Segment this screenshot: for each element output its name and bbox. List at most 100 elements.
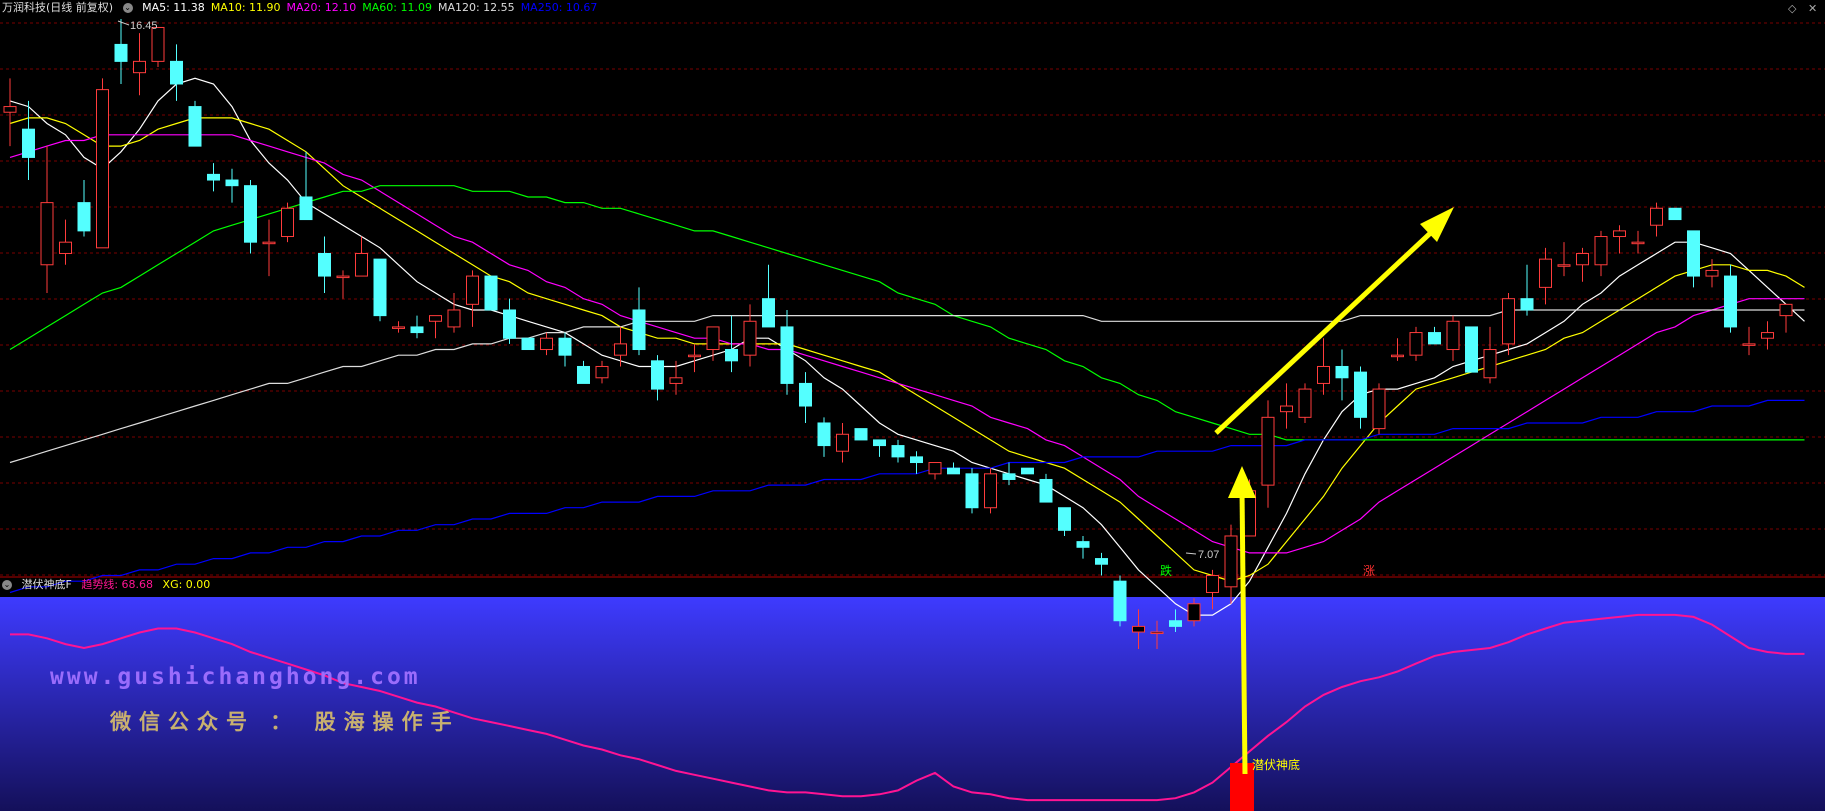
candle bbox=[799, 372, 812, 423]
ma-line-ma10 bbox=[9, 117, 1805, 582]
candle bbox=[207, 163, 220, 192]
candle bbox=[336, 270, 350, 299]
candle bbox=[22, 100, 35, 181]
candle-body bbox=[1687, 230, 1700, 277]
candle-body bbox=[133, 60, 146, 74]
candle bbox=[1280, 383, 1293, 429]
signal-bar bbox=[1230, 763, 1254, 811]
ma-legend-item: MA20: 12.10 bbox=[286, 1, 357, 14]
candle bbox=[225, 168, 239, 203]
candle-body bbox=[521, 337, 535, 351]
candle-body bbox=[873, 439, 886, 447]
candle bbox=[910, 451, 923, 474]
candle bbox=[947, 462, 960, 475]
candle bbox=[133, 33, 146, 96]
candle-body bbox=[577, 365, 590, 384]
moving-average-lines bbox=[9, 77, 1805, 616]
ma-legend-item: MA60: 11.09 bbox=[362, 1, 432, 14]
candle bbox=[484, 275, 498, 311]
candle-body bbox=[669, 377, 683, 384]
candle-body bbox=[410, 326, 424, 334]
candle-body bbox=[1187, 603, 1201, 622]
candle bbox=[1539, 247, 1552, 305]
candle-body bbox=[466, 275, 479, 305]
candle bbox=[59, 219, 72, 265]
candle-body bbox=[22, 128, 35, 158]
candle-body bbox=[1058, 507, 1071, 531]
candle-body bbox=[947, 467, 960, 475]
candle bbox=[780, 309, 794, 395]
diamond-icon[interactable]: ◇ bbox=[1788, 2, 1796, 15]
candle-body bbox=[1150, 631, 1164, 635]
candle-body bbox=[1576, 252, 1589, 266]
candle-body bbox=[96, 89, 109, 249]
candle bbox=[1021, 467, 1034, 475]
xg-value: XG: 0.00 bbox=[162, 578, 211, 591]
candle bbox=[540, 332, 553, 356]
candle bbox=[1594, 230, 1608, 277]
candle-body bbox=[854, 428, 868, 441]
candle-body bbox=[1594, 236, 1608, 266]
candle-body bbox=[336, 275, 350, 279]
candle-body bbox=[318, 252, 331, 277]
candle bbox=[1002, 462, 1016, 486]
high-price-label: 16.45 bbox=[130, 20, 158, 32]
candle-body bbox=[836, 433, 849, 452]
candle-body bbox=[1039, 478, 1053, 503]
candle-body bbox=[1261, 416, 1275, 486]
candle-body bbox=[447, 309, 461, 328]
watermark-wechat: 微信公众号 ： 股海操作手 bbox=[110, 710, 460, 734]
candle bbox=[1779, 303, 1793, 333]
candle-body bbox=[1779, 303, 1793, 317]
candle-body bbox=[3, 106, 17, 113]
candle bbox=[632, 287, 646, 356]
candle-body bbox=[540, 337, 553, 351]
candle bbox=[355, 236, 368, 277]
up-arrow-annotation bbox=[1239, 489, 1248, 775]
candle-body bbox=[965, 473, 979, 509]
collapse-icon[interactable]: ⌄ bbox=[122, 3, 133, 13]
candle-body bbox=[59, 241, 72, 254]
candlesticks bbox=[3, 19, 1793, 649]
candle bbox=[1650, 202, 1663, 237]
up-marker: 涨 bbox=[1363, 564, 1376, 578]
candle-body bbox=[484, 275, 498, 311]
candle-body bbox=[1428, 332, 1441, 345]
diagonal-arrow-annotation bbox=[1214, 224, 1440, 435]
collapse-icon[interactable]: ⌄ bbox=[2, 580, 12, 590]
candle-body bbox=[799, 382, 812, 407]
candle bbox=[188, 100, 202, 147]
candle bbox=[743, 304, 757, 367]
candle-body bbox=[1742, 343, 1756, 346]
candle bbox=[836, 422, 849, 463]
candle-body bbox=[928, 462, 942, 475]
signal-label: 潜伏神底 bbox=[1252, 758, 1301, 772]
candle-body bbox=[1668, 207, 1682, 221]
candle bbox=[1391, 338, 1404, 361]
candle-body bbox=[114, 43, 128, 62]
candle-body bbox=[651, 360, 664, 390]
candle-body bbox=[1113, 580, 1127, 622]
ma-legend-item: MA5: 11.38 bbox=[142, 1, 205, 14]
candle-body bbox=[1502, 298, 1515, 345]
ma-line-ma5 bbox=[9, 77, 1805, 616]
candle-body bbox=[891, 445, 905, 458]
candle-body bbox=[1169, 620, 1182, 627]
candle-body bbox=[281, 207, 294, 238]
low-price-pointer bbox=[1185, 552, 1197, 555]
candle bbox=[614, 326, 627, 367]
close-icon[interactable]: ✕ bbox=[1808, 2, 1817, 15]
candle-body bbox=[1391, 354, 1404, 358]
candle bbox=[1354, 366, 1367, 429]
candle-body bbox=[910, 456, 923, 464]
candle bbox=[577, 360, 590, 384]
candle-body bbox=[1095, 558, 1108, 565]
candle-body bbox=[706, 326, 720, 351]
candle bbox=[854, 428, 868, 441]
candle-body bbox=[170, 60, 183, 85]
candle-body bbox=[1705, 269, 1719, 277]
candle bbox=[1113, 575, 1127, 627]
main-panel-header: 万润科技(日线 前复权) ⌄ MA5: 11.38 MA10: 11.90 MA20… bbox=[2, 1, 609, 15]
candle bbox=[1742, 326, 1756, 356]
up-arrow-head bbox=[1228, 466, 1256, 498]
